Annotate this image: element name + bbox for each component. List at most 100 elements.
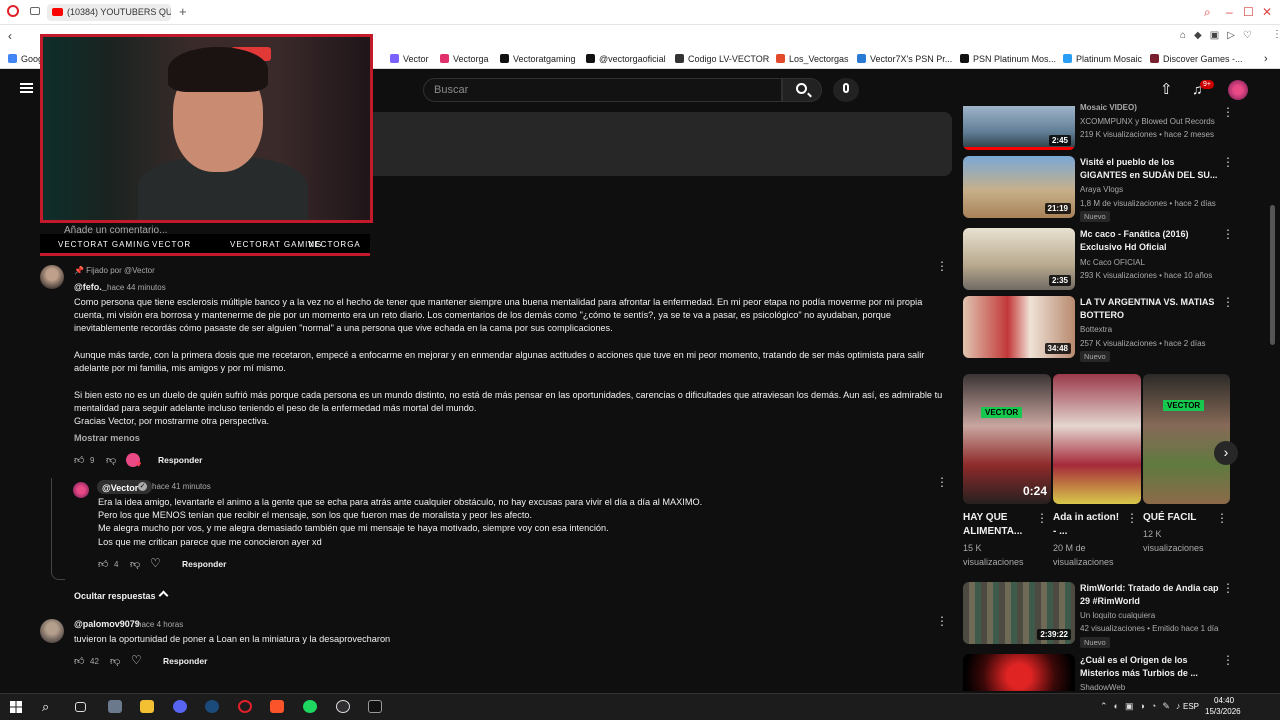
short-menu-icon[interactable]: ⋮ (1216, 512, 1228, 524)
related-menu-icon[interactable]: ⋮ (1222, 156, 1234, 168)
bookmarks-overflow-icon[interactable]: › (1264, 53, 1268, 65)
discord-icon[interactable] (173, 700, 187, 713)
related-channel[interactable]: Un loquito cualquiera (1080, 611, 1155, 620)
dislike-icon[interactable]: 👎︎ (130, 560, 140, 570)
related-title[interactable]: Mosaic VIDEO) (1080, 101, 1220, 114)
related-channel[interactable]: Araya Vlogs (1080, 185, 1123, 194)
related-menu-icon[interactable]: ⋮ (1222, 106, 1234, 118)
reply-button[interactable]: Responder (158, 455, 202, 465)
search-input[interactable]: Buscar (423, 78, 782, 102)
related-title[interactable]: ¿Cuál es el Origen de los Misterios más … (1080, 654, 1220, 680)
maximize-icon[interactable]: ☐ (1243, 5, 1254, 19)
taskbar-search-icon[interactable]: ⌕ (42, 699, 49, 715)
hide-replies-button[interactable]: Ocultar respuestas (74, 591, 156, 601)
dislike-icon[interactable]: 👎︎ (110, 657, 120, 667)
brave-icon[interactable] (270, 700, 284, 713)
windows-start-icon[interactable] (10, 701, 22, 713)
short-thumbnail[interactable]: VECTOR 0:24 (963, 374, 1051, 504)
shorts-next-button[interactable]: › (1214, 441, 1238, 465)
explorer-icon[interactable] (108, 700, 122, 713)
task-view-icon[interactable] (75, 702, 86, 712)
system-tray-icons[interactable]: ⌃◐▣◑◔✎♪ (1100, 701, 1186, 712)
short-menu-icon[interactable]: ⋮ (1126, 512, 1138, 524)
related-menu-icon[interactable]: ⋮ (1222, 228, 1234, 240)
related-title[interactable]: RimWorld: Tratado de Andia cap 29 #RimWo… (1080, 582, 1220, 608)
bookmark-psn-profile[interactable]: Vector7X's PSN Pr... (857, 53, 952, 65)
related-thumbnail[interactable]: 34:48 (963, 296, 1075, 358)
back-arrow-icon[interactable]: ‹ (8, 29, 12, 43)
bookmark-los-vectorgas[interactable]: Los_Vectorgas (776, 53, 849, 65)
related-thumbnail[interactable]: 2:45 (963, 106, 1075, 150)
comment-time[interactable]: hace 4 horas (137, 618, 183, 632)
reply-menu-icon[interactable]: ⋮ (936, 476, 948, 488)
related-thumbnail[interactable]: 21:19 (963, 156, 1075, 218)
steam-icon[interactable] (205, 700, 219, 713)
short-title[interactable]: QUÉ FACIL (1143, 511, 1215, 525)
related-title[interactable]: Mc caco - Fanática (2016) Exclusivo Hd O… (1080, 228, 1220, 254)
reply-button[interactable]: Responder (182, 559, 226, 569)
search-button[interactable] (782, 78, 822, 102)
new-tab-button[interactable]: + (179, 4, 187, 19)
opera-logo-icon[interactable] (7, 5, 19, 17)
related-thumbnail[interactable]: 2:39:22 (963, 582, 1075, 644)
bookmark-vectorgaoficial[interactable]: @vectorgaoficial (586, 53, 666, 65)
opera-taskbar-icon[interactable] (238, 700, 252, 713)
more-icon[interactable]: ⋮ (1272, 29, 1280, 40)
related-menu-icon[interactable]: ⋮ (1222, 654, 1234, 666)
bookmark-vector[interactable]: Vector (390, 53, 429, 65)
comment-menu-icon[interactable]: ⋮ (936, 615, 948, 627)
reply-avatar-vector[interactable] (73, 482, 89, 498)
tab-grid-icon[interactable] (30, 7, 40, 15)
bookmark-codigo[interactable]: Codigo LV-VECTOR (675, 53, 769, 65)
related-channel[interactable]: Bottextra (1080, 325, 1112, 334)
reply-button[interactable]: Responder (163, 656, 207, 666)
comment-menu-icon[interactable]: ⋮ (936, 260, 948, 272)
related-channel[interactable]: Mc Caco OFICIAL (1080, 258, 1145, 267)
active-tab[interactable]: (10384) YOUTUBERS QUE (47, 4, 171, 21)
close-window-icon[interactable]: ✕ (1262, 5, 1272, 19)
folder-icon[interactable] (140, 700, 154, 713)
bookmark-psn-mosaic[interactable]: PSN Platinum Mos... (960, 53, 1056, 65)
clock-time[interactable]: 04:40 (1214, 696, 1234, 705)
related-menu-icon[interactable]: ⋮ (1222, 582, 1234, 594)
related-channel[interactable]: ShadowWeb (1080, 683, 1125, 692)
comment-handle[interactable]: @palomov9079 (74, 618, 140, 632)
language-indicator[interactable]: ESP (1183, 702, 1199, 711)
clock-date[interactable]: 15/3/2026 (1205, 707, 1241, 716)
bookmark-discover-games[interactable]: Discover Games -... (1150, 53, 1243, 65)
bookmark-google[interactable]: Goog (8, 53, 43, 65)
related-menu-icon[interactable]: ⋮ (1222, 296, 1234, 308)
related-title[interactable]: LA TV ARGENTINA VS. MATIAS BOTTERO (1080, 296, 1220, 322)
voice-search-button[interactable] (833, 78, 859, 102)
short-title[interactable]: HAY QUE ALIMENTA... (963, 511, 1035, 539)
like-icon[interactable]: 👍︎ (74, 657, 84, 667)
heart-outline-icon[interactable]: ♡ (150, 557, 161, 569)
like-icon[interactable]: 👍︎ (74, 456, 84, 466)
scrollbar-thumb[interactable] (1270, 205, 1275, 345)
bookmark-vectorga[interactable]: Vectorga (440, 53, 489, 65)
scrollbar[interactable] (1270, 111, 1276, 691)
related-thumbnail[interactable]: 2:35 (963, 228, 1075, 290)
related-channel[interactable]: XCOMMPUNX y Blowed Out Records (1080, 117, 1215, 126)
minimize-icon[interactable]: – (1226, 5, 1233, 19)
bookmark-vectoratgaming[interactable]: Vectoratgaming (500, 53, 576, 65)
comment-handle[interactable]: @fefo._ (74, 281, 107, 295)
related-thumbnail[interactable] (963, 654, 1075, 691)
related-title[interactable]: Visité el pueblo de los GIGANTES en SUDÁ… (1080, 156, 1220, 182)
heart-outline-icon[interactable]: ♡ (131, 654, 142, 666)
short-title[interactable]: Ada in action! - ... (1053, 511, 1125, 539)
bookmark-platinum-mosaic[interactable]: Platinum Mosaic (1063, 53, 1142, 65)
upload-icon[interactable]: ⇧ (1160, 82, 1173, 97)
show-less-link[interactable]: Mostrar menos (74, 432, 140, 446)
comment-time[interactable]: hace 44 minutos (107, 281, 166, 295)
reply-time[interactable]: hace 41 minutos (152, 480, 211, 494)
app-icon[interactable] (368, 700, 382, 713)
obs-icon[interactable] (336, 700, 350, 713)
dislike-icon[interactable]: 👎︎ (106, 456, 116, 466)
short-menu-icon[interactable]: ⋮ (1036, 512, 1048, 524)
search-tabs-icon[interactable]: ⌕ (1204, 5, 1211, 19)
spotify-icon[interactable] (303, 700, 317, 713)
like-icon[interactable]: 👍︎ (98, 560, 108, 570)
chevron-up-icon[interactable] (158, 590, 169, 601)
comment-avatar-palomov[interactable] (40, 619, 64, 643)
